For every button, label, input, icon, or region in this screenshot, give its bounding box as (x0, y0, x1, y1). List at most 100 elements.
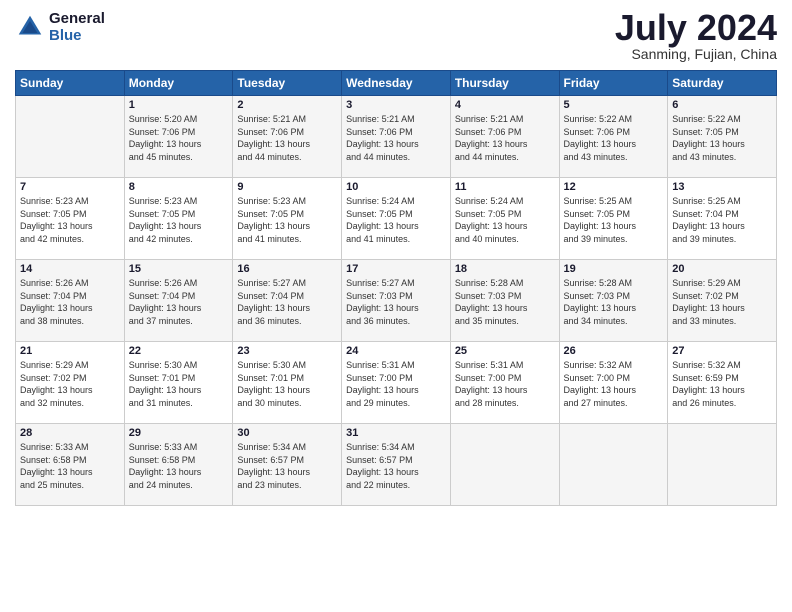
day-number: 3 (346, 99, 446, 111)
day-info: Sunrise: 5:29 AMSunset: 7:02 PMDaylight:… (672, 277, 772, 327)
calendar-cell: 19 Sunrise: 5:28 AMSunset: 7:03 PMDayligh… (559, 260, 668, 342)
calendar-cell: 12Sunrise: 5:25 AMSunset: 7:05 PMDayligh… (559, 178, 668, 260)
calendar-cell: 7Sunrise: 5:23 AMSunset: 7:05 PMDaylight… (16, 178, 125, 260)
day-info: Sunrise: 5:25 AMSunset: 7:04 PMDaylight:… (672, 195, 772, 245)
day-number: 1 (129, 99, 229, 111)
calendar-cell: 31Sunrise: 5:34 AMSunset: 6:57 PMDayligh… (342, 424, 451, 506)
calendar-cell (668, 424, 777, 506)
day-info: Sunrise: 5:24 AMSunset: 7:05 PMDaylight:… (455, 195, 555, 245)
calendar-cell: 6 Sunrise: 5:22 AMSunset: 7:05 PMDaylight… (668, 96, 777, 178)
day-number: 26 (564, 345, 664, 357)
day-number: 17 (346, 263, 446, 275)
calendar-cell: 5 Sunrise: 5:22 AMSunset: 7:06 PMDaylight… (559, 96, 668, 178)
calendar-cell: 2Sunrise: 5:21 AMSunset: 7:06 PMDaylight… (233, 96, 342, 178)
day-number: 25 (455, 345, 555, 357)
calendar-cell (559, 424, 668, 506)
calendar-cell: 16 Sunrise: 5:27 AMSunset: 7:04 PMDayligh… (233, 260, 342, 342)
header-row: Sunday Monday Tuesday Wednesday Thursday… (16, 71, 777, 96)
day-info: Sunrise: 5:30 AMSunset: 7:01 PMDaylight:… (237, 359, 337, 409)
day-info: Sunrise: 5:29 AMSunset: 7:02 PMDaylight:… (20, 359, 120, 409)
calendar-table: Sunday Monday Tuesday Wednesday Thursday… (15, 70, 777, 506)
day-number: 10 (346, 181, 446, 193)
calendar-cell: 1 Sunrise: 5:20 AMSunset: 7:06 PMDaylight… (124, 96, 233, 178)
day-number: 8 (129, 181, 229, 193)
calendar-week-5: 28Sunrise: 5:33 AMSunset: 6:58 PMDayligh… (16, 424, 777, 506)
calendar-cell: 23 Sunrise: 5:30 AMSunset: 7:01 PMDayligh… (233, 342, 342, 424)
calendar-cell: 25 Sunrise: 5:31 AMSunset: 7:00 PMDayligh… (450, 342, 559, 424)
day-info: Sunrise: 5:26 AMSunset: 7:04 PMDaylight:… (20, 277, 120, 327)
calendar-week-2: 7Sunrise: 5:23 AMSunset: 7:05 PMDaylight… (16, 178, 777, 260)
day-number: 24 (346, 345, 446, 357)
day-info: Sunrise: 5:28 AMSunset: 7:03 PMDaylight:… (564, 277, 664, 327)
day-number: 19 (564, 263, 664, 275)
logo: General Blue (15, 10, 105, 44)
day-number: 16 (237, 263, 337, 275)
day-number: 27 (672, 345, 772, 357)
day-number: 5 (564, 99, 664, 111)
day-number: 20 (672, 263, 772, 275)
day-info: Sunrise: 5:23 AMSunset: 7:05 PMDaylight:… (129, 195, 229, 245)
calendar-cell: 9Sunrise: 5:23 AMSunset: 7:05 PMDaylight… (233, 178, 342, 260)
calendar-cell: 15 Sunrise: 5:26 AMSunset: 7:04 PMDayligh… (124, 260, 233, 342)
logo-text: General Blue (49, 10, 105, 44)
day-info: Sunrise: 5:27 AMSunset: 7:04 PMDaylight:… (237, 277, 337, 327)
day-number: 23 (237, 345, 337, 357)
day-info: Sunrise: 5:30 AMSunset: 7:01 PMDaylight:… (129, 359, 229, 409)
calendar-cell: 30 Sunrise: 5:34 AMSunset: 6:57 PMDayligh… (233, 424, 342, 506)
day-info: Sunrise: 5:23 AMSunset: 7:05 PMDaylight:… (20, 195, 120, 245)
day-info: Sunrise: 5:31 AMSunset: 7:00 PMDaylight:… (346, 359, 446, 409)
day-info: Sunrise: 5:21 AMSunset: 7:06 PMDaylight:… (455, 113, 555, 163)
month-title: July 2024 (615, 10, 777, 46)
day-info: Sunrise: 5:20 AMSunset: 7:06 PMDaylight:… (129, 113, 229, 163)
header: General Blue July 2024 Sanming, Fujian, … (15, 10, 777, 62)
day-info: Sunrise: 5:32 AMSunset: 7:00 PMDaylight:… (564, 359, 664, 409)
day-number: 15 (129, 263, 229, 275)
day-info: Sunrise: 5:26 AMSunset: 7:04 PMDaylight:… (129, 277, 229, 327)
day-info: Sunrise: 5:27 AMSunset: 7:03 PMDaylight:… (346, 277, 446, 327)
col-thursday: Thursday (450, 71, 559, 96)
day-number: 9 (237, 181, 337, 193)
calendar-cell: 28Sunrise: 5:33 AMSunset: 6:58 PMDayligh… (16, 424, 125, 506)
calendar-cell (450, 424, 559, 506)
day-number: 18 (455, 263, 555, 275)
day-info: Sunrise: 5:32 AMSunset: 6:59 PMDaylight:… (672, 359, 772, 409)
day-number: 22 (129, 345, 229, 357)
day-number: 31 (346, 427, 446, 439)
subtitle: Sanming, Fujian, China (615, 46, 777, 62)
day-number: 4 (455, 99, 555, 111)
calendar-cell: 8 Sunrise: 5:23 AMSunset: 7:05 PMDaylight… (124, 178, 233, 260)
col-wednesday: Wednesday (342, 71, 451, 96)
day-number: 6 (672, 99, 772, 111)
day-info: Sunrise: 5:28 AMSunset: 7:03 PMDaylight:… (455, 277, 555, 327)
col-sunday: Sunday (16, 71, 125, 96)
col-friday: Friday (559, 71, 668, 96)
day-number: 21 (20, 345, 120, 357)
day-number: 30 (237, 427, 337, 439)
day-number: 11 (455, 181, 555, 193)
day-info: Sunrise: 5:33 AMSunset: 6:58 PMDaylight:… (129, 441, 229, 491)
calendar-cell: 11 Sunrise: 5:24 AMSunset: 7:05 PMDayligh… (450, 178, 559, 260)
calendar-cell: 26 Sunrise: 5:32 AMSunset: 7:00 PMDayligh… (559, 342, 668, 424)
day-info: Sunrise: 5:31 AMSunset: 7:00 PMDaylight:… (455, 359, 555, 409)
day-info: Sunrise: 5:34 AMSunset: 6:57 PMDaylight:… (237, 441, 337, 491)
calendar-cell: 14Sunrise: 5:26 AMSunset: 7:04 PMDayligh… (16, 260, 125, 342)
calendar-cell: 4 Sunrise: 5:21 AMSunset: 7:06 PMDaylight… (450, 96, 559, 178)
calendar-cell: 21 Sunrise: 5:29 AMSunset: 7:02 PMDayligh… (16, 342, 125, 424)
day-info: Sunrise: 5:25 AMSunset: 7:05 PMDaylight:… (564, 195, 664, 245)
calendar-cell: 17 Sunrise: 5:27 AMSunset: 7:03 PMDayligh… (342, 260, 451, 342)
logo-icon (15, 12, 45, 42)
day-info: Sunrise: 5:22 AMSunset: 7:06 PMDaylight:… (564, 113, 664, 163)
title-area: July 2024 Sanming, Fujian, China (615, 10, 777, 62)
col-tuesday: Tuesday (233, 71, 342, 96)
day-info: Sunrise: 5:22 AMSunset: 7:05 PMDaylight:… (672, 113, 772, 163)
day-number: 13 (672, 181, 772, 193)
day-info: Sunrise: 5:24 AMSunset: 7:05 PMDaylight:… (346, 195, 446, 245)
calendar-body: 1 Sunrise: 5:20 AMSunset: 7:06 PMDaylight… (16, 96, 777, 506)
calendar-cell: 27 Sunrise: 5:32 AMSunset: 6:59 PMDayligh… (668, 342, 777, 424)
calendar-cell: 3 Sunrise: 5:21 AMSunset: 7:06 PMDaylight… (342, 96, 451, 178)
calendar-week-4: 21 Sunrise: 5:29 AMSunset: 7:02 PMDayligh… (16, 342, 777, 424)
day-info: Sunrise: 5:21 AMSunset: 7:06 PMDaylight:… (237, 113, 337, 163)
calendar-cell: 18 Sunrise: 5:28 AMSunset: 7:03 PMDayligh… (450, 260, 559, 342)
day-info: Sunrise: 5:21 AMSunset: 7:06 PMDaylight:… (346, 113, 446, 163)
calendar-cell: 10 Sunrise: 5:24 AMSunset: 7:05 PMDayligh… (342, 178, 451, 260)
